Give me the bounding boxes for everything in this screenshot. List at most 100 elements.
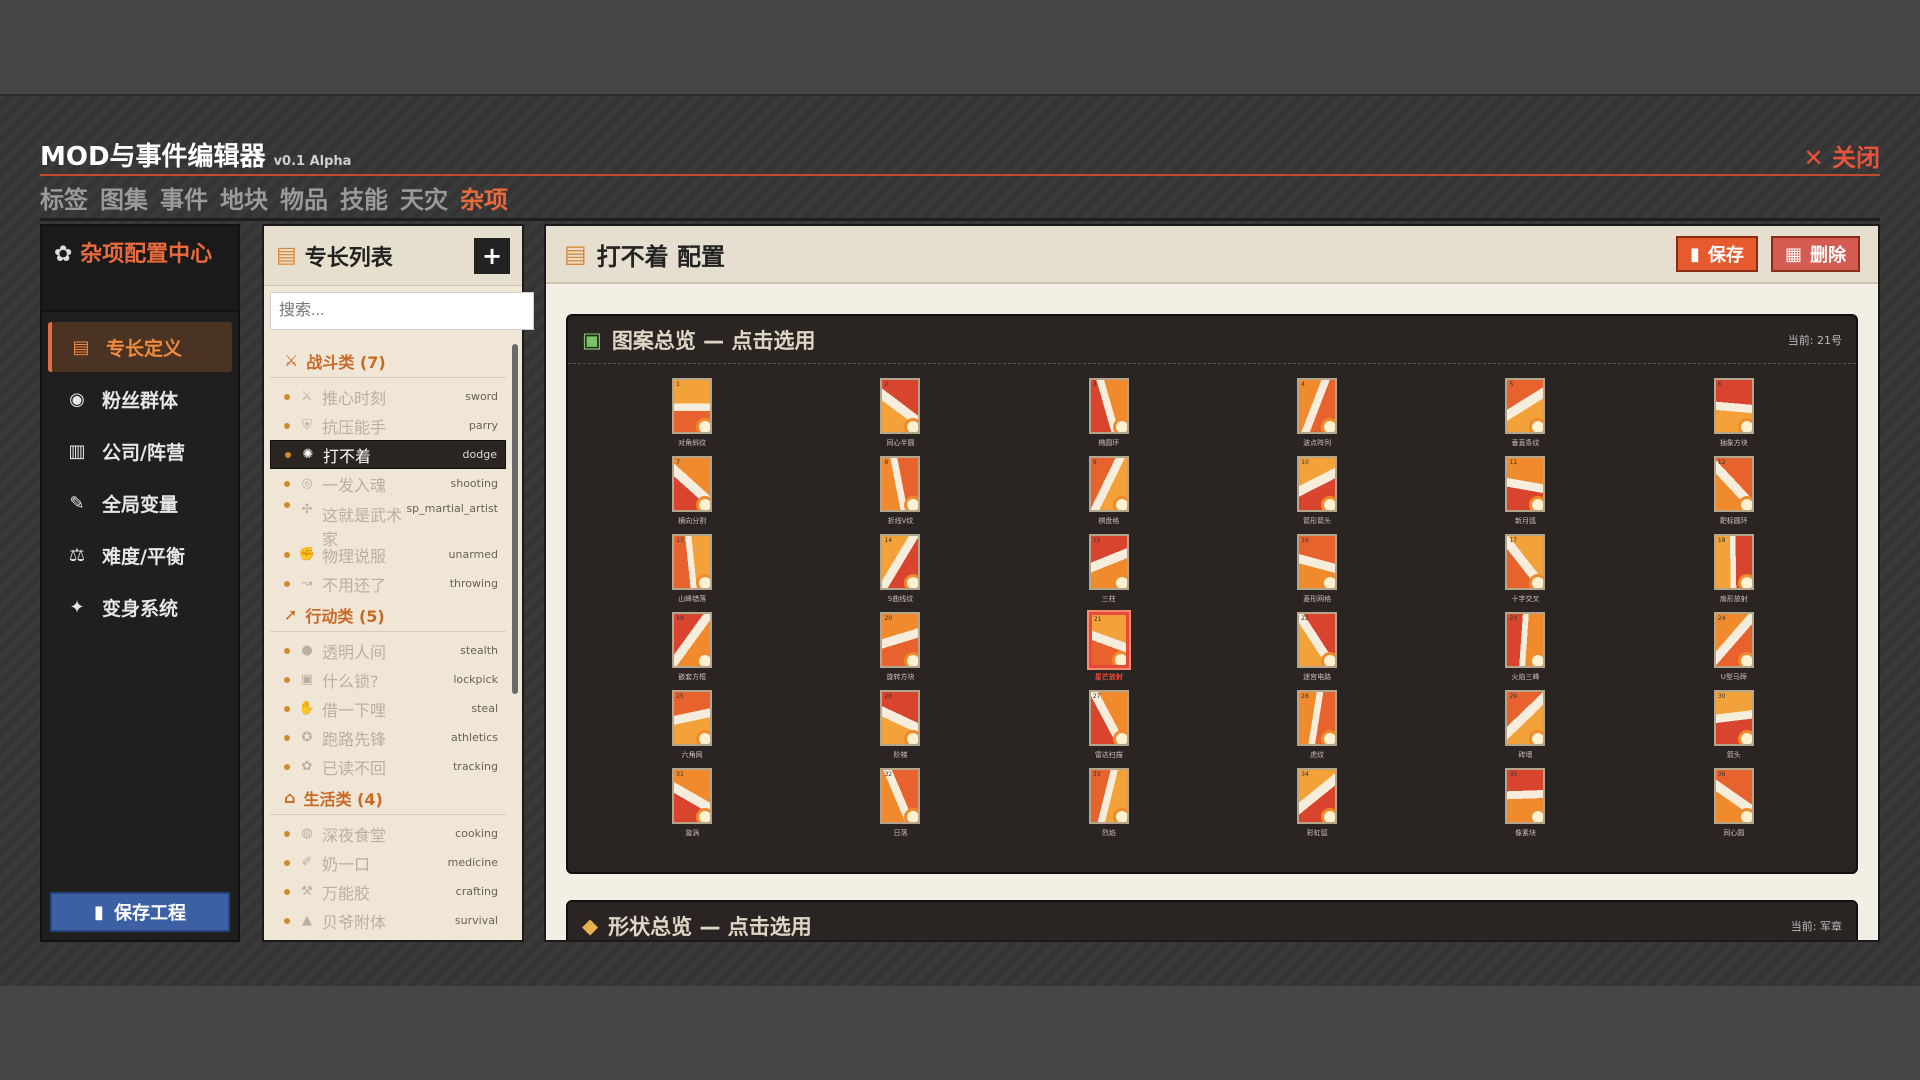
perk-item[interactable]: ✿ 已读不回 tracking: [270, 752, 506, 781]
fire-badge-icon: [696, 652, 711, 666]
dodge-icon: ✺: [302, 447, 314, 462]
config-header: ▤ 打不着 配置 ▮ 保存 ▦ 删除: [546, 226, 1878, 284]
nav-tab-1[interactable]: 图集: [100, 180, 148, 215]
perk-item[interactable]: ✊ 物理说服 unarmed: [270, 540, 506, 569]
pattern-option-6[interactable]: 6 抽象方块: [1630, 378, 1838, 448]
fire-badge-icon: [1321, 730, 1336, 744]
fire-badge-icon: [1737, 652, 1752, 666]
sidebar-item-0[interactable]: ▤ 专长定义: [48, 322, 232, 372]
pattern-thumb: 24: [1713, 612, 1754, 668]
pattern-option-27[interactable]: 27 雷达扫描: [1005, 690, 1213, 760]
pattern-option-33[interactable]: 33 烈焰: [1005, 768, 1213, 838]
perk-item[interactable]: ✪ 跑路先锋 athletics: [270, 723, 506, 752]
trash-icon: ▦: [1784, 243, 1802, 265]
pattern-option-26[interactable]: 26 阶梯: [796, 690, 1004, 760]
perk-item[interactable]: ▣ 什么锁? lockpick: [270, 665, 506, 694]
nav-tab-0[interactable]: 标签: [40, 180, 88, 215]
pattern-option-5[interactable]: 5 垂直条纹: [1421, 378, 1629, 448]
pattern-number: 5: [1509, 381, 1514, 388]
pattern-option-28[interactable]: 28 虎纹: [1213, 690, 1421, 760]
pattern-option-19[interactable]: 19 嵌套方框: [588, 612, 796, 682]
perk-item[interactable]: ✐ 奶一口 medicine: [270, 848, 506, 877]
pattern-option-2[interactable]: 2 同心半圆: [796, 378, 1004, 448]
pattern-caption: 波点阵列: [1303, 439, 1332, 447]
sidebar-item-3[interactable]: ✎ 全局变量: [48, 478, 232, 528]
pattern-option-21[interactable]: 21 星芒放射: [1005, 612, 1213, 682]
pattern-option-30[interactable]: 30 箭头: [1630, 690, 1838, 760]
perk-search-input[interactable]: [270, 292, 534, 330]
save-button[interactable]: ▮ 保存: [1675, 236, 1758, 272]
pattern-number: 13: [676, 537, 684, 544]
pattern-option-31[interactable]: 31 漩涡: [588, 768, 796, 838]
fire-badge-icon: [1112, 730, 1127, 744]
sidebar-item-label: 变身系统: [102, 597, 179, 620]
pattern-thumb: 26: [880, 690, 921, 746]
perk-category-2[interactable]: ⌂ 生活类 (4): [270, 781, 506, 815]
pattern-option-36[interactable]: 36 同心圆: [1630, 768, 1838, 838]
perk-category-1[interactable]: ➚ 行动类 (5): [270, 598, 506, 632]
perk-item[interactable]: ✣ 这就是武术家 sp_martial_artist: [270, 498, 506, 549]
nav-tab-7[interactable]: 杂项: [460, 180, 508, 215]
nav-tab-6[interactable]: 天灾: [400, 180, 448, 215]
pattern-caption: 箭形箭头: [1303, 517, 1332, 525]
save-project-button[interactable]: ▮ 保存工程: [50, 892, 230, 932]
pattern-option-16[interactable]: 16 菱形网格: [1213, 534, 1421, 604]
add-perk-button[interactable]: +: [474, 237, 510, 274]
perk-item[interactable]: ▲ 贝爷附体 survival: [270, 906, 506, 935]
pattern-number: 27: [1092, 693, 1101, 700]
nav-tab-2[interactable]: 事件: [160, 180, 208, 215]
pattern-option-1[interactable]: 1 对角斜纹: [588, 378, 796, 448]
pattern-option-14[interactable]: 14 S曲线纹: [796, 534, 1004, 604]
fire-badge-icon: [1112, 418, 1127, 432]
perk-item[interactable]: ◍ 深夜食堂 cooking: [270, 819, 506, 848]
pattern-option-17[interactable]: 17 十字交叉: [1421, 534, 1629, 604]
pattern-number: 36: [1717, 771, 1726, 778]
perk-item[interactable]: ✋ 借一下哩 steal: [270, 694, 506, 723]
perk-category-0[interactable]: ⚔ 战斗类 (7): [270, 344, 506, 378]
floppy-icon: ▮: [94, 901, 104, 923]
building-icon: ▥: [68, 440, 86, 462]
sidebar-item-5[interactable]: ✦ 变身系统: [48, 582, 232, 632]
perk-item[interactable]: ● 透明人间 stealth: [270, 636, 506, 665]
perk-id: dodge: [462, 448, 497, 461]
pattern-option-15[interactable]: 15 三柱: [1005, 534, 1213, 604]
pattern-option-24[interactable]: 24 U型马蹄: [1630, 612, 1838, 682]
pattern-option-18[interactable]: 18 扇形放射: [1630, 534, 1838, 604]
perk-list-scrollbar[interactable]: [512, 344, 518, 694]
pattern-thumb: 35: [1505, 768, 1546, 824]
nav-tab-3[interactable]: 地块: [220, 180, 268, 215]
pattern-option-3[interactable]: 3 椭圆环: [1005, 378, 1213, 448]
sidebar-item-2[interactable]: ▥ 公司/阵营: [48, 426, 232, 476]
pattern-option-34[interactable]: 34 彩虹弧: [1213, 768, 1421, 838]
perk-item[interactable]: ⚒ 万能胶 crafting: [270, 877, 506, 906]
pattern-option-20[interactable]: 20 旋转方块: [796, 612, 1004, 682]
pattern-option-22[interactable]: 22 迷宫电路: [1213, 612, 1421, 682]
pattern-option-35[interactable]: 35 像素块: [1421, 768, 1629, 838]
perk-name: 什么锁?: [322, 671, 379, 691]
pattern-option-11[interactable]: 11 新月弧: [1421, 456, 1629, 526]
sidebar-item-4[interactable]: ⚖ 难度/平衡: [48, 530, 232, 580]
perk-item[interactable]: ⛨ 抗压能手 parry: [270, 411, 506, 440]
pattern-option-32[interactable]: 32 日落: [796, 768, 1004, 838]
pattern-option-4[interactable]: 4 波点阵列: [1213, 378, 1421, 448]
perk-item[interactable]: ↝ 不用还了 throwing: [270, 569, 506, 598]
nav-tab-5[interactable]: 技能: [340, 180, 388, 215]
delete-button[interactable]: ▦ 删除: [1770, 236, 1860, 272]
close-button[interactable]: ✕ 关闭: [1804, 138, 1880, 173]
pattern-number: 34: [1301, 771, 1309, 778]
pattern-number: 8: [884, 459, 889, 466]
nav-tab-4[interactable]: 物品: [280, 180, 328, 215]
pattern-option-9[interactable]: 9 棋盘格: [1005, 456, 1213, 526]
pattern-option-7[interactable]: 7 横向分割: [588, 456, 796, 526]
pattern-option-29[interactable]: 29 砖墙: [1421, 690, 1629, 760]
perk-item[interactable]: ⚔ 推心时刻 sword: [270, 382, 506, 411]
pattern-option-23[interactable]: 23 火焰三峰: [1421, 612, 1629, 682]
perk-item[interactable]: ✺ 打不着 dodge: [270, 440, 506, 469]
pattern-option-12[interactable]: 12 靶标圆环: [1630, 456, 1838, 526]
pattern-option-10[interactable]: 10 箭形箭头: [1213, 456, 1421, 526]
pattern-option-13[interactable]: 13 山峰错落: [588, 534, 796, 604]
pattern-option-8[interactable]: 8 折线V纹: [796, 456, 1004, 526]
perk-item[interactable]: ◎ 一发入魂 shooting: [270, 469, 506, 498]
sidebar-item-1[interactable]: ◉ 粉丝群体: [48, 374, 232, 424]
pattern-option-25[interactable]: 25 六角网: [588, 690, 796, 760]
